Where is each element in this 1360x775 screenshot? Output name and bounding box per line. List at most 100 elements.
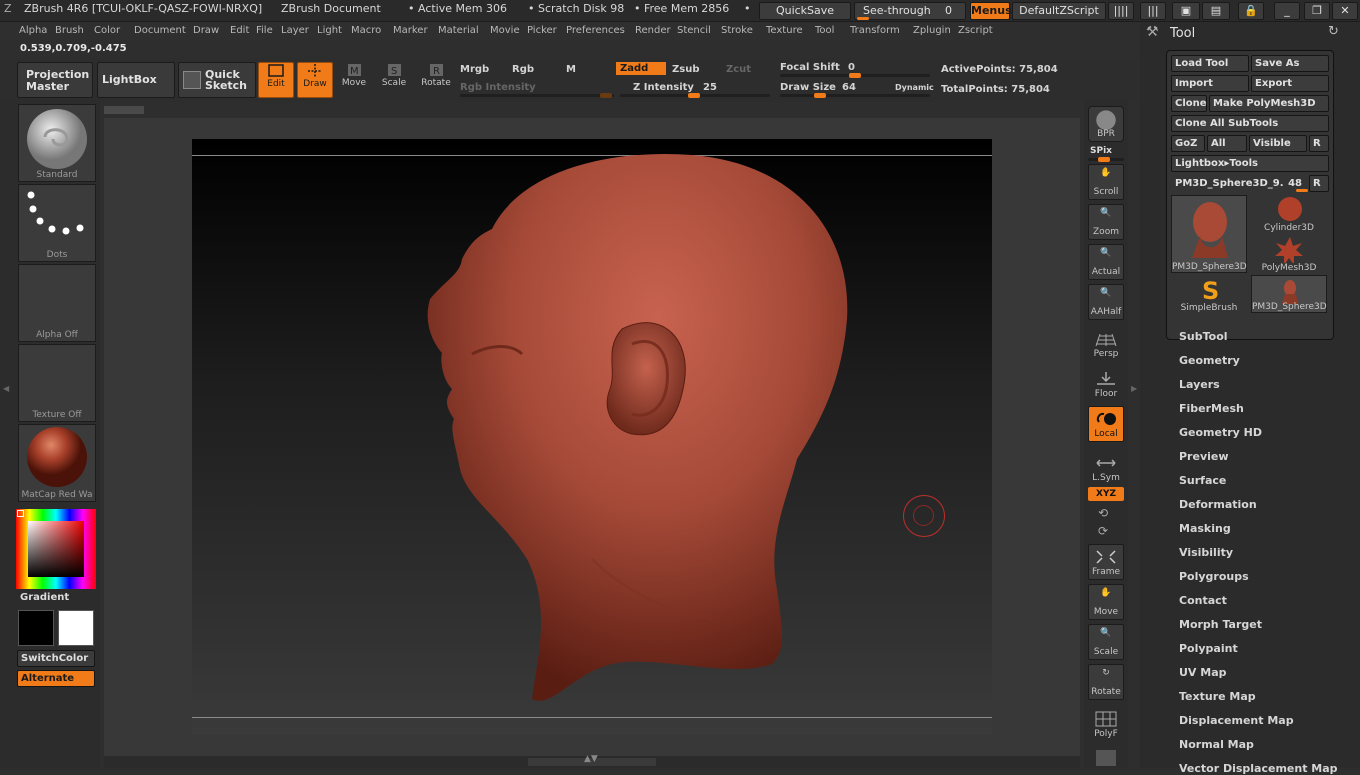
subpalette-visibility[interactable]: Visibility xyxy=(1179,546,1233,559)
scroll-icon[interactable]: ||| xyxy=(1140,2,1166,20)
goz-r-button[interactable]: R xyxy=(1309,135,1329,152)
spix-knob[interactable] xyxy=(1098,157,1110,162)
menu-texture[interactable]: Texture xyxy=(766,25,803,36)
close-icon[interactable]: ✕ xyxy=(1332,2,1358,20)
see-through-knob[interactable] xyxy=(857,17,869,20)
document-canvas[interactable] xyxy=(192,139,992,735)
quick-sketch-button[interactable]: Quick Sketch xyxy=(178,62,256,98)
frame-button[interactable]: Frame xyxy=(1088,544,1124,580)
subpalette-preview[interactable]: Preview xyxy=(1179,450,1229,463)
subpalette-subtool[interactable]: SubTool xyxy=(1179,330,1228,343)
menu-brush[interactable]: Brush xyxy=(55,25,84,36)
menus-button[interactable]: Menus xyxy=(970,2,1012,20)
subpalette-polypaint[interactable]: Polypaint xyxy=(1179,642,1238,655)
move-button[interactable]: M Move xyxy=(338,62,370,98)
subpalette-vector-displacement-map[interactable]: Vector Displacement Map xyxy=(1179,762,1338,775)
subpalette-geometry[interactable]: Geometry xyxy=(1179,354,1240,367)
scroll-button[interactable]: ✋ Scroll xyxy=(1088,164,1124,200)
projection-master-button[interactable]: Projection Master xyxy=(17,62,93,98)
stroke-thumbnail[interactable]: Dots xyxy=(18,184,96,262)
zsub-button[interactable]: Zsub xyxy=(672,64,699,75)
all-button[interactable]: All xyxy=(1207,135,1247,152)
menu-material[interactable]: Material xyxy=(438,25,479,36)
menu-macro[interactable]: Macro xyxy=(351,25,381,36)
import-button[interactable]: Import xyxy=(1171,75,1249,92)
subpalette-deformation[interactable]: Deformation xyxy=(1179,498,1257,511)
rotate-view-button[interactable]: ↻ Rotate xyxy=(1088,664,1124,700)
current-tool-slider[interactable]: PM3D_Sphere3D_9. 48 xyxy=(1171,175,1308,192)
draw-size-slider[interactable] xyxy=(780,93,930,98)
menu-document[interactable]: Document xyxy=(134,25,186,36)
visible-button[interactable]: Visible xyxy=(1249,135,1307,152)
load-tool-button[interactable]: Load Tool xyxy=(1171,55,1249,72)
primary-color-swatch[interactable] xyxy=(18,610,54,646)
subpalette-geometry-hd[interactable]: Geometry HD xyxy=(1179,426,1262,439)
color-picker-square[interactable] xyxy=(28,521,84,577)
menu-movie[interactable]: Movie xyxy=(490,25,520,36)
rotate-z-icon[interactable]: ⟳ xyxy=(1098,524,1108,538)
tool-r-button[interactable]: R xyxy=(1309,175,1329,192)
right-tray-collapse-icon[interactable]: ▶ xyxy=(1131,384,1139,398)
canvas-scroll-handle[interactable] xyxy=(104,106,144,114)
subpalette-morph-target[interactable]: Morph Target xyxy=(1179,618,1262,631)
subpalette-layers[interactable]: Layers xyxy=(1179,378,1220,391)
save-as-button[interactable]: Save As xyxy=(1251,55,1329,72)
z-intensity-knob[interactable] xyxy=(688,93,700,98)
default-zscript-button[interactable]: DefaultZScript xyxy=(1012,2,1106,20)
switch-color-button[interactable]: SwitchColor xyxy=(17,650,95,667)
goz-button[interactable]: GoZ xyxy=(1171,135,1205,152)
current-tool-knob[interactable] xyxy=(1296,189,1308,192)
rotate-y-icon[interactable]: ⟲ xyxy=(1098,506,1108,520)
menu-render[interactable]: Render xyxy=(635,25,671,36)
menu-tool[interactable]: Tool xyxy=(815,25,834,36)
minimize-icon[interactable]: _ xyxy=(1274,2,1300,20)
actual-button[interactable]: 🔍 Actual xyxy=(1088,244,1124,280)
texture-thumbnail[interactable]: Texture Off xyxy=(18,344,96,422)
mrgb-button[interactable]: Mrgb xyxy=(460,64,489,75)
menu-light[interactable]: Light xyxy=(317,25,342,36)
zcut-button[interactable]: Zcut xyxy=(726,64,751,75)
move-view-button[interactable]: ✋ Move xyxy=(1088,584,1124,620)
m-button[interactable]: M xyxy=(566,64,576,75)
scale-view-button[interactable]: 🔍 Scale xyxy=(1088,624,1124,660)
draw-size-knob[interactable] xyxy=(814,93,826,98)
quicksave-button[interactable]: QuickSave xyxy=(759,2,851,20)
menu-zplugin[interactable]: Zplugin xyxy=(913,25,951,36)
left-tray-collapse-icon[interactable]: ◀ xyxy=(3,384,11,398)
see-through-slider[interactable]: See-through 0 xyxy=(854,2,966,20)
menu-preferences[interactable]: Preferences xyxy=(566,25,625,36)
tool-tile-polymesh3d[interactable]: PolyMesh3D xyxy=(1251,235,1327,273)
persp-button[interactable]: Persp xyxy=(1088,326,1124,362)
rgb-intensity-slider[interactable] xyxy=(460,93,614,98)
subpalette-normal-map[interactable]: Normal Map xyxy=(1179,738,1254,751)
menu-marker[interactable]: Marker xyxy=(393,25,428,36)
menu-stroke[interactable]: Stroke xyxy=(721,25,753,36)
focal-shift-slider[interactable] xyxy=(780,73,930,78)
bpr-button[interactable]: BPR xyxy=(1088,106,1124,142)
subpalette-polygroups[interactable]: Polygroups xyxy=(1179,570,1249,583)
layout-alt-icon[interactable]: ▤ xyxy=(1202,2,1230,20)
tool-tile-pm3d-sphere3d-2[interactable]: PM3D_Sphere3D xyxy=(1251,275,1327,313)
transp-button[interactable] xyxy=(1096,750,1116,766)
lsym-button[interactable]: L.Sym xyxy=(1088,450,1124,486)
color-picker[interactable] xyxy=(16,509,96,589)
subpalette-displacement-map[interactable]: Displacement Map xyxy=(1179,714,1294,727)
zadd-button[interactable]: Zadd xyxy=(616,62,666,75)
rgb-button[interactable]: Rgb xyxy=(512,64,534,75)
subpalette-fibermesh[interactable]: FiberMesh xyxy=(1179,402,1244,415)
tool-tile-pm3d-sphere3d[interactable]: PM3D_Sphere3D xyxy=(1171,195,1247,273)
restore-icon[interactable]: ❐ xyxy=(1304,2,1330,20)
menu-alpha[interactable]: Alpha xyxy=(19,25,47,36)
menu-file[interactable]: File xyxy=(256,25,273,36)
polyf-button[interactable]: PolyF xyxy=(1088,706,1124,742)
alpha-thumbnail[interactable]: Alpha Off xyxy=(18,264,96,342)
layout-icon[interactable]: ▣ xyxy=(1172,2,1200,20)
focal-shift-knob[interactable] xyxy=(849,73,861,78)
bottom-tray-toggle-icon[interactable]: ▲▼ xyxy=(584,754,598,764)
tool-tile-cylinder3d[interactable]: Cylinder3D xyxy=(1251,195,1327,233)
floor-button[interactable]: Floor xyxy=(1088,366,1124,402)
subpalette-surface[interactable]: Surface xyxy=(1179,474,1226,487)
make-polymesh-button[interactable]: Make PolyMesh3D xyxy=(1209,95,1329,112)
subpalette-masking[interactable]: Masking xyxy=(1179,522,1231,535)
dynamic-button[interactable]: Dynamic xyxy=(895,83,934,92)
